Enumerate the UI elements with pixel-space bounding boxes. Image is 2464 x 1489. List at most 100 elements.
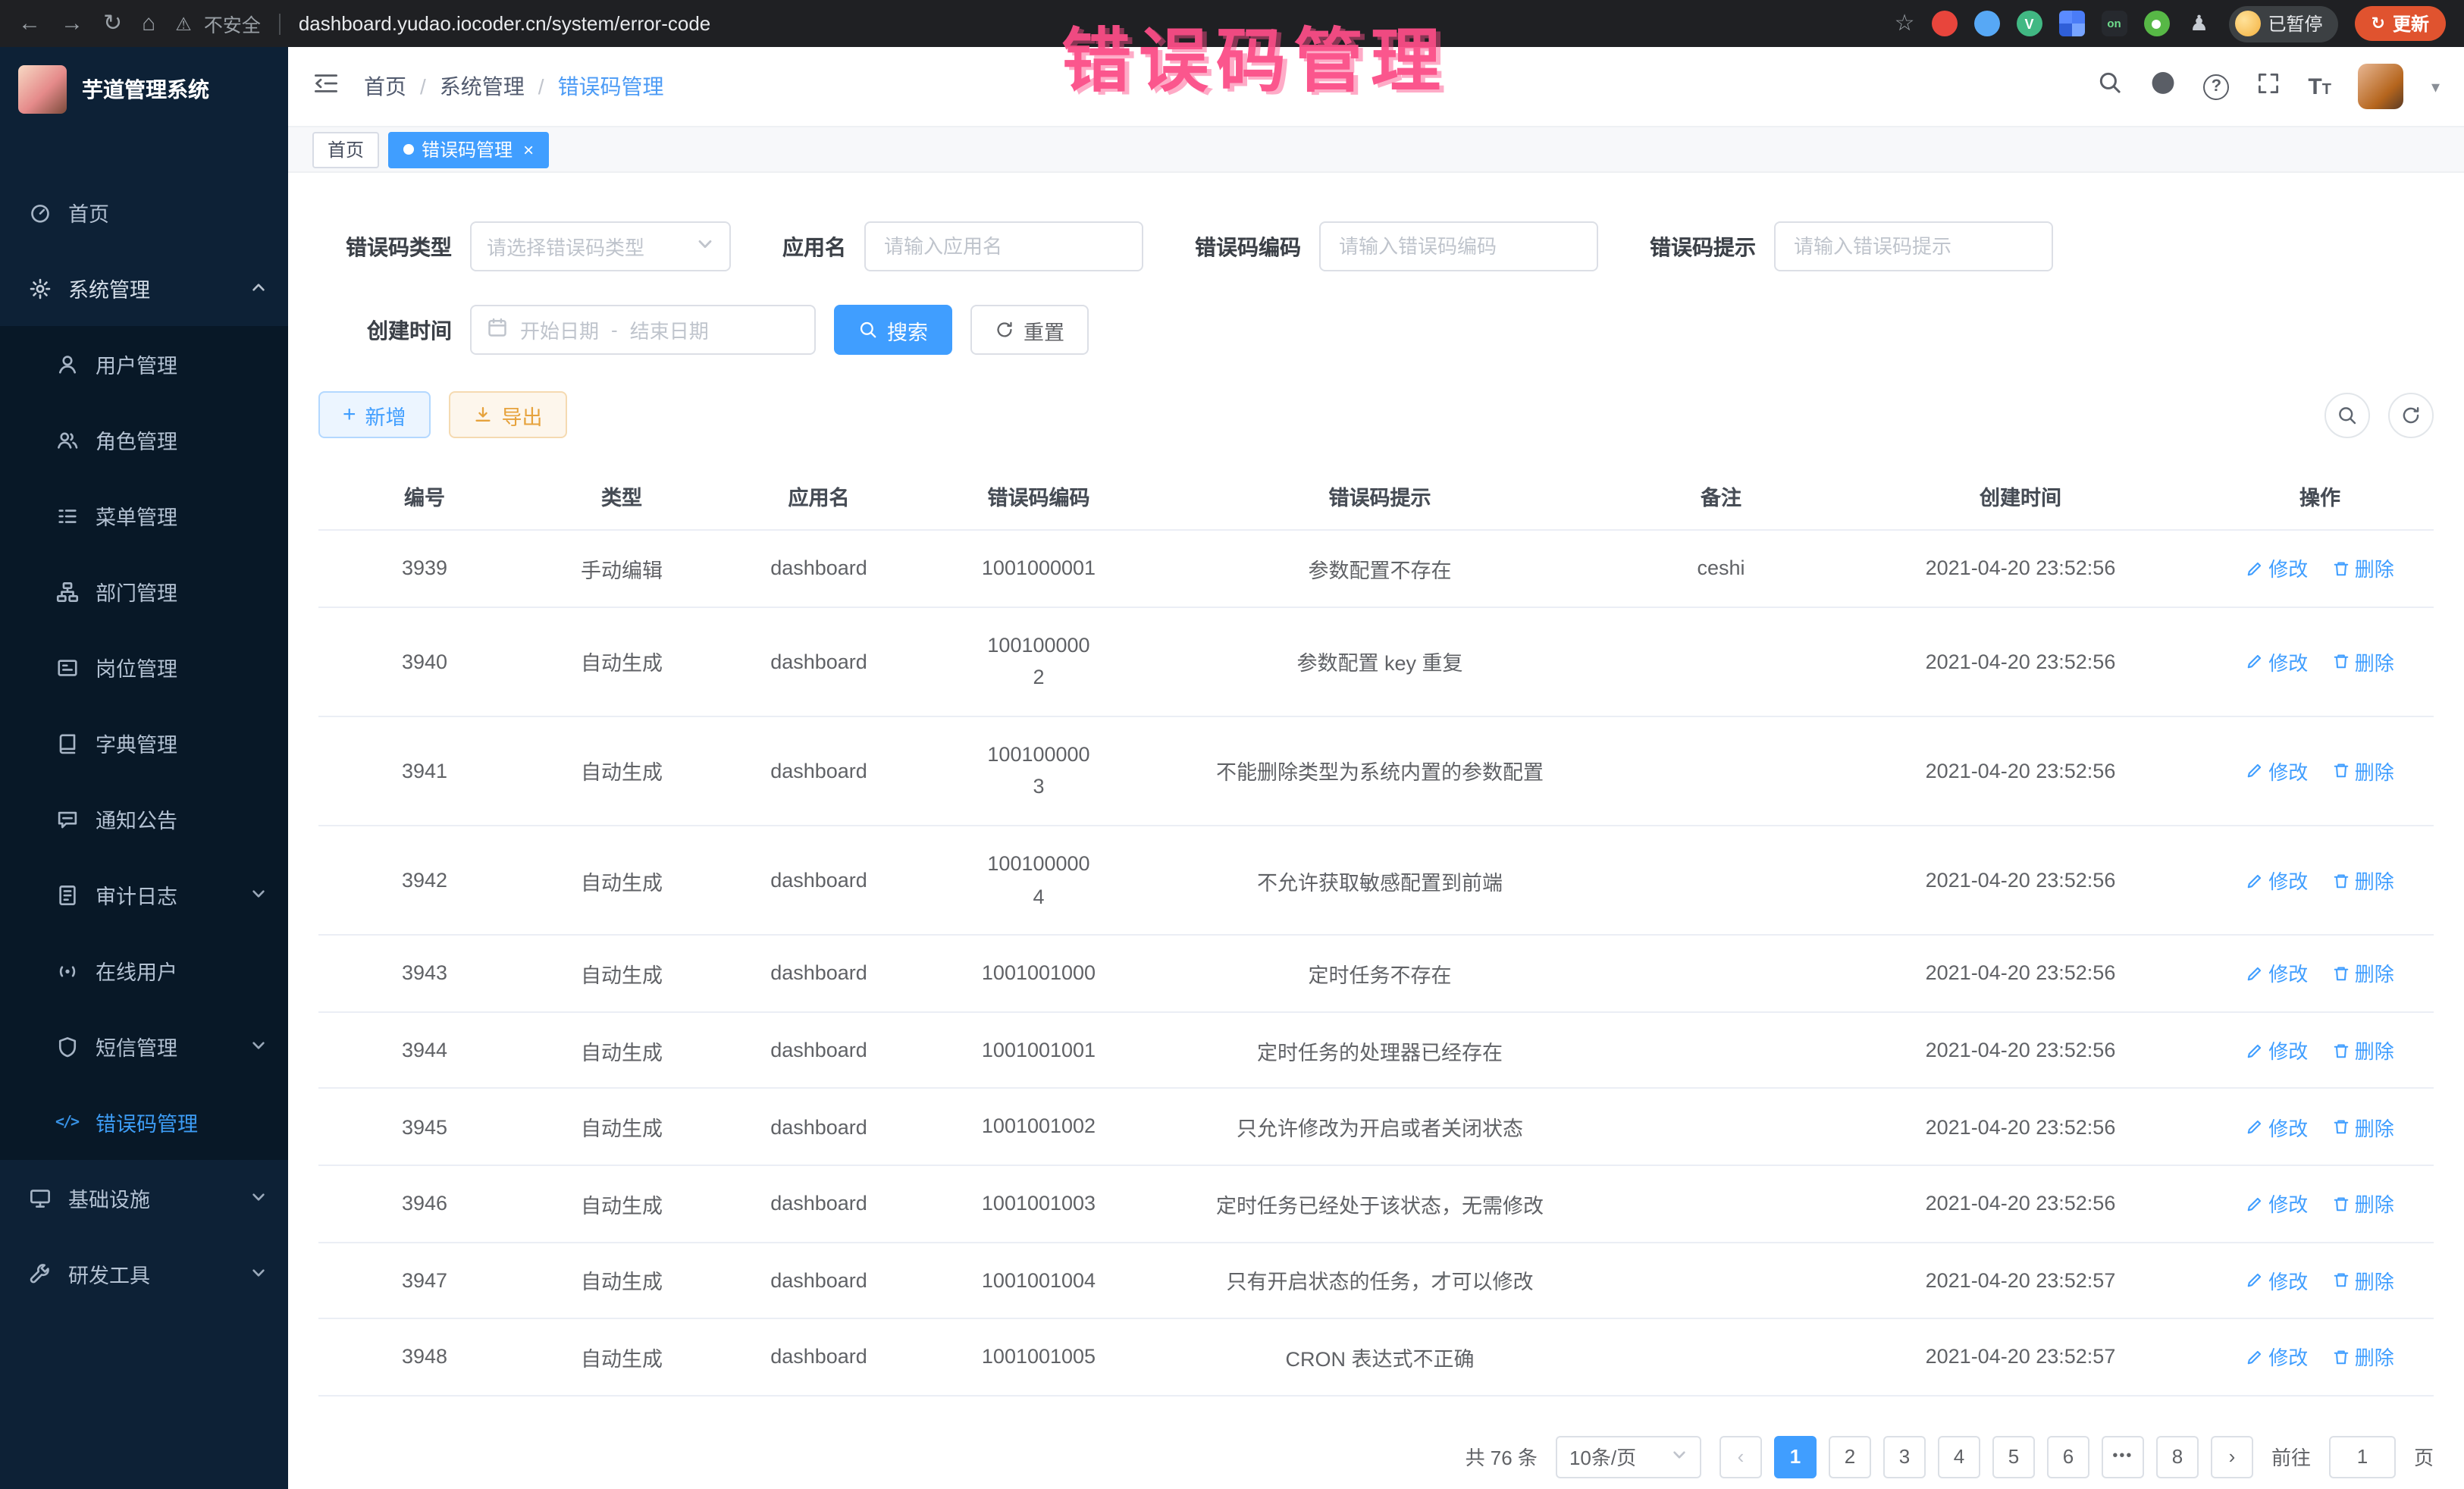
reset-button[interactable]: 重置 bbox=[970, 305, 1089, 355]
sidebar-fold-icon[interactable] bbox=[312, 71, 340, 102]
address-bar[interactable]: ⚠ 不安全 dashboard.yudao.iocoder.cn/system/… bbox=[175, 9, 1874, 38]
edit-link[interactable]: 修改 bbox=[2246, 1266, 2308, 1295]
sidebar-item-devtools[interactable]: 研发工具 bbox=[0, 1236, 288, 1312]
toolbar-search-toggle-button[interactable] bbox=[2324, 392, 2370, 437]
url-text[interactable]: dashboard.yudao.iocoder.cn/system/error-… bbox=[299, 12, 710, 35]
page-button[interactable]: 2 bbox=[1829, 1435, 1871, 1478]
org-tree-icon bbox=[55, 580, 79, 603]
prev-page-button[interactable]: ‹ bbox=[1719, 1435, 1762, 1478]
back-icon[interactable]: ← bbox=[18, 12, 41, 35]
sidebar-item-home[interactable]: 首页 bbox=[0, 174, 288, 250]
header-search-icon[interactable] bbox=[2097, 70, 2123, 103]
browser-extension-icon-5[interactable]: ♟ bbox=[2187, 11, 2212, 36]
delete-link[interactable]: 删除 bbox=[2332, 1343, 2394, 1371]
browser-extension-icon-3[interactable] bbox=[2059, 11, 2085, 36]
sidebar-item-dictionary[interactable]: 字典管理 bbox=[0, 705, 288, 781]
sidebar-item-notices[interactable]: 通知公告 bbox=[0, 781, 288, 857]
page-button[interactable]: 4 bbox=[1938, 1435, 1980, 1478]
reload-icon[interactable]: ↻ bbox=[103, 12, 122, 35]
browser-profile-chip[interactable]: 已暂停 bbox=[2229, 5, 2338, 42]
delete-link[interactable]: 删除 bbox=[2332, 1036, 2394, 1064]
edit-link[interactable]: 修改 bbox=[2246, 647, 2308, 676]
app-name-input[interactable] bbox=[864, 221, 1143, 271]
toolbar-refresh-button[interactable] bbox=[2388, 392, 2434, 437]
table-row: 3944 自动生成 dashboard 1001001001 定时任务的处理器已… bbox=[318, 1012, 2434, 1089]
cell-remark bbox=[1607, 1318, 1835, 1395]
forward-icon[interactable]: → bbox=[61, 12, 83, 35]
delete-link[interactable]: 删除 bbox=[2332, 554, 2394, 583]
delete-link[interactable]: 删除 bbox=[2332, 757, 2394, 785]
delete-link[interactable]: 删除 bbox=[2332, 959, 2394, 988]
page-size-select[interactable]: 10条/页 bbox=[1556, 1435, 1701, 1478]
sidebar-item-sms[interactable]: 短信管理 bbox=[0, 1008, 288, 1084]
home-icon[interactable]: ⌂ bbox=[142, 12, 155, 35]
sidebar-item-audit-logs[interactable]: 审计日志 bbox=[0, 857, 288, 933]
breadcrumb-separator: / bbox=[420, 74, 426, 99]
tab-home[interactable]: 首页 bbox=[312, 131, 379, 168]
delete-link[interactable]: 删除 bbox=[2332, 647, 2394, 676]
top-header: 首页 / 系统管理 / 错误码管理 ? bbox=[288, 47, 2464, 127]
sidebar-item-roles[interactable]: 角色管理 bbox=[0, 402, 288, 478]
edit-link[interactable]: 修改 bbox=[2246, 1036, 2308, 1064]
sidebar-item-posts[interactable]: 岗位管理 bbox=[0, 629, 288, 705]
tab-error-code[interactable]: 错误码管理 × bbox=[388, 131, 549, 168]
edit-link[interactable]: 修改 bbox=[2246, 1112, 2308, 1141]
browser-update-button[interactable]: ↻ 更新 bbox=[2355, 6, 2446, 41]
proxy-on-extension-icon[interactable]: on bbox=[2102, 11, 2127, 36]
sidebar-item-error-codes[interactable]: </> 错误码管理 bbox=[0, 1084, 288, 1160]
more-pages-button[interactable]: ••• bbox=[2102, 1435, 2144, 1478]
browser-extension-icon-4[interactable] bbox=[2144, 11, 2170, 36]
breadcrumb-home[interactable]: 首页 bbox=[364, 71, 406, 102]
edit-link-label: 修改 bbox=[2268, 959, 2308, 988]
delete-link[interactable]: 删除 bbox=[2332, 866, 2394, 895]
delete-link[interactable]: 删除 bbox=[2332, 1189, 2394, 1218]
app-logo[interactable]: 芋道管理系统 bbox=[0, 47, 288, 132]
edit-link[interactable]: 修改 bbox=[2246, 1343, 2308, 1371]
cell-type: 自动生成 bbox=[531, 716, 713, 826]
next-page-button[interactable]: › bbox=[2211, 1435, 2253, 1478]
plus-icon: + bbox=[343, 403, 356, 426]
font-size-icon[interactable]: TT bbox=[2308, 75, 2331, 98]
sidebar-item-infrastructure[interactable]: 基础设施 bbox=[0, 1160, 288, 1236]
browser-extension-icon-2[interactable] bbox=[1974, 11, 2000, 36]
error-msg-input[interactable] bbox=[1774, 221, 2053, 271]
tab-label: 首页 bbox=[328, 136, 364, 162]
sidebar-item-system[interactable]: 系统管理 bbox=[0, 250, 288, 326]
create-time-range-picker[interactable]: 开始日期 - 结束日期 bbox=[470, 305, 816, 355]
help-icon[interactable]: ? bbox=[2203, 74, 2229, 99]
edit-link[interactable]: 修改 bbox=[2246, 1189, 2308, 1218]
error-type-select[interactable]: 请选择错误码类型 bbox=[470, 221, 731, 271]
search-button[interactable]: 搜索 bbox=[834, 305, 952, 355]
add-button[interactable]: + 新增 bbox=[318, 391, 431, 438]
user-avatar[interactable] bbox=[2359, 64, 2404, 109]
page-button[interactable]: 1 bbox=[1774, 1435, 1817, 1478]
breadcrumb-system[interactable]: 系统管理 bbox=[440, 71, 525, 102]
page-button[interactable]: 8 bbox=[2156, 1435, 2199, 1478]
github-icon[interactable] bbox=[2150, 70, 2176, 103]
bookmark-star-icon[interactable]: ☆ bbox=[1895, 12, 1915, 35]
error-code-input[interactable] bbox=[1319, 221, 1598, 271]
page-button[interactable]: 3 bbox=[1883, 1435, 1926, 1478]
breadcrumb: 首页 / 系统管理 / 错误码管理 bbox=[364, 71, 664, 102]
sidebar-item-menus[interactable]: 菜单管理 bbox=[0, 478, 288, 553]
sidebar-item-departments[interactable]: 部门管理 bbox=[0, 553, 288, 629]
edit-link[interactable]: 修改 bbox=[2246, 959, 2308, 988]
fullscreen-icon[interactable] bbox=[2256, 71, 2281, 102]
vue-devtools-icon[interactable]: V bbox=[2017, 11, 2042, 36]
edit-link[interactable]: 修改 bbox=[2246, 554, 2308, 583]
delete-link[interactable]: 删除 bbox=[2332, 1112, 2394, 1141]
avatar-caret-down-icon[interactable]: ▾ bbox=[2431, 77, 2440, 96]
edit-link[interactable]: 修改 bbox=[2246, 866, 2308, 895]
tab-close-icon[interactable]: × bbox=[523, 140, 534, 158]
sidebar-item-users[interactable]: 用户管理 bbox=[0, 326, 288, 402]
chevron-down-icon bbox=[1671, 1445, 1688, 1468]
edit-link[interactable]: 修改 bbox=[2246, 757, 2308, 785]
goto-page-input[interactable] bbox=[2329, 1435, 2396, 1478]
delete-link[interactable]: 删除 bbox=[2332, 1266, 2394, 1295]
export-button[interactable]: 导出 bbox=[449, 391, 567, 438]
sidebar-item-online-users[interactable]: 在线用户 bbox=[0, 933, 288, 1008]
cell-remark bbox=[1607, 607, 1835, 716]
browser-extension-icon-1[interactable] bbox=[1932, 11, 1958, 36]
page-button[interactable]: 6 bbox=[2047, 1435, 2089, 1478]
page-button[interactable]: 5 bbox=[1992, 1435, 2035, 1478]
